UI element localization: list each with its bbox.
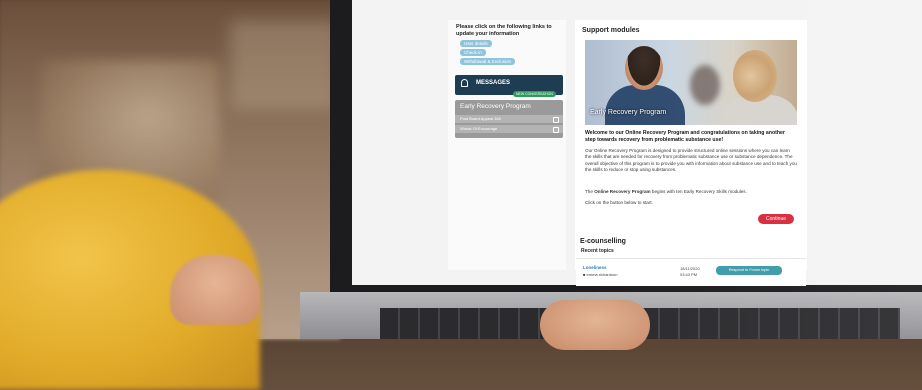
modules-paragraph: The Online Recovery Program begins with … xyxy=(585,189,797,195)
background-lamp xyxy=(230,20,340,110)
topic-title-link[interactable]: Loneliness xyxy=(583,265,607,270)
program-row-label: Words Of Encourage xyxy=(460,126,498,131)
program-row[interactable]: Words Of Encourage xyxy=(455,125,563,133)
link-check-in[interactable]: Check-in xyxy=(460,49,486,56)
modules-program-name: Online Recovery Program xyxy=(594,189,651,194)
topic-time-value: 03:43 PM xyxy=(680,272,698,277)
recent-topics-heading: Recent topics xyxy=(581,248,614,254)
topic-date: 18/11/2020 03:43 PM xyxy=(680,266,700,278)
bell-icon xyxy=(461,79,468,87)
link-withdrawal[interactable]: Withdrawal & Exclusion xyxy=(460,58,516,65)
photo-man-head xyxy=(625,46,663,90)
program-row-label: Post Board Appeal 360 xyxy=(460,116,501,121)
topic-user: ■ emma.richardson xyxy=(583,272,618,277)
modules-suffix: begins with ten Early Recovery Skills mo… xyxy=(651,189,747,194)
respond-topic-button[interactable]: Respond to Forum topic xyxy=(716,266,782,275)
welcome-text: Welcome to our Online Recovery Program a… xyxy=(585,130,785,143)
links-title: Please click on the following links to u… xyxy=(456,24,552,37)
photo-man xyxy=(605,85,685,125)
typing-hand xyxy=(540,300,650,350)
messages-label: MESSAGES xyxy=(476,80,511,86)
modules-prefix: The xyxy=(585,189,593,194)
intro-paragraph: Our Online Recovery Program is designed … xyxy=(585,148,797,173)
program-row[interactable]: Post Board Appeal 360 xyxy=(455,115,563,123)
new-conversation-button[interactable]: NEW CONVERSATION xyxy=(513,91,556,97)
photo-woman-head xyxy=(733,50,777,102)
start-instruction: Click on the button below to start. xyxy=(585,200,653,205)
link-user-details[interactable]: User details xyxy=(460,40,492,47)
e-counselling-heading: E-counselling xyxy=(580,238,626,245)
document-icon xyxy=(553,127,559,133)
photo-background-person xyxy=(690,65,720,105)
continue-button[interactable]: Continue xyxy=(758,214,794,224)
topic-date-value: 18/11/2020 xyxy=(680,266,700,271)
document-icon xyxy=(553,117,559,123)
person-hand xyxy=(170,255,260,325)
hero-caption: Early Recovery Program xyxy=(590,109,667,116)
support-modules-heading: Support modules xyxy=(582,27,640,34)
program-title: Early Recovery Program xyxy=(460,103,531,110)
topic-username: emma.richardson xyxy=(586,272,618,277)
